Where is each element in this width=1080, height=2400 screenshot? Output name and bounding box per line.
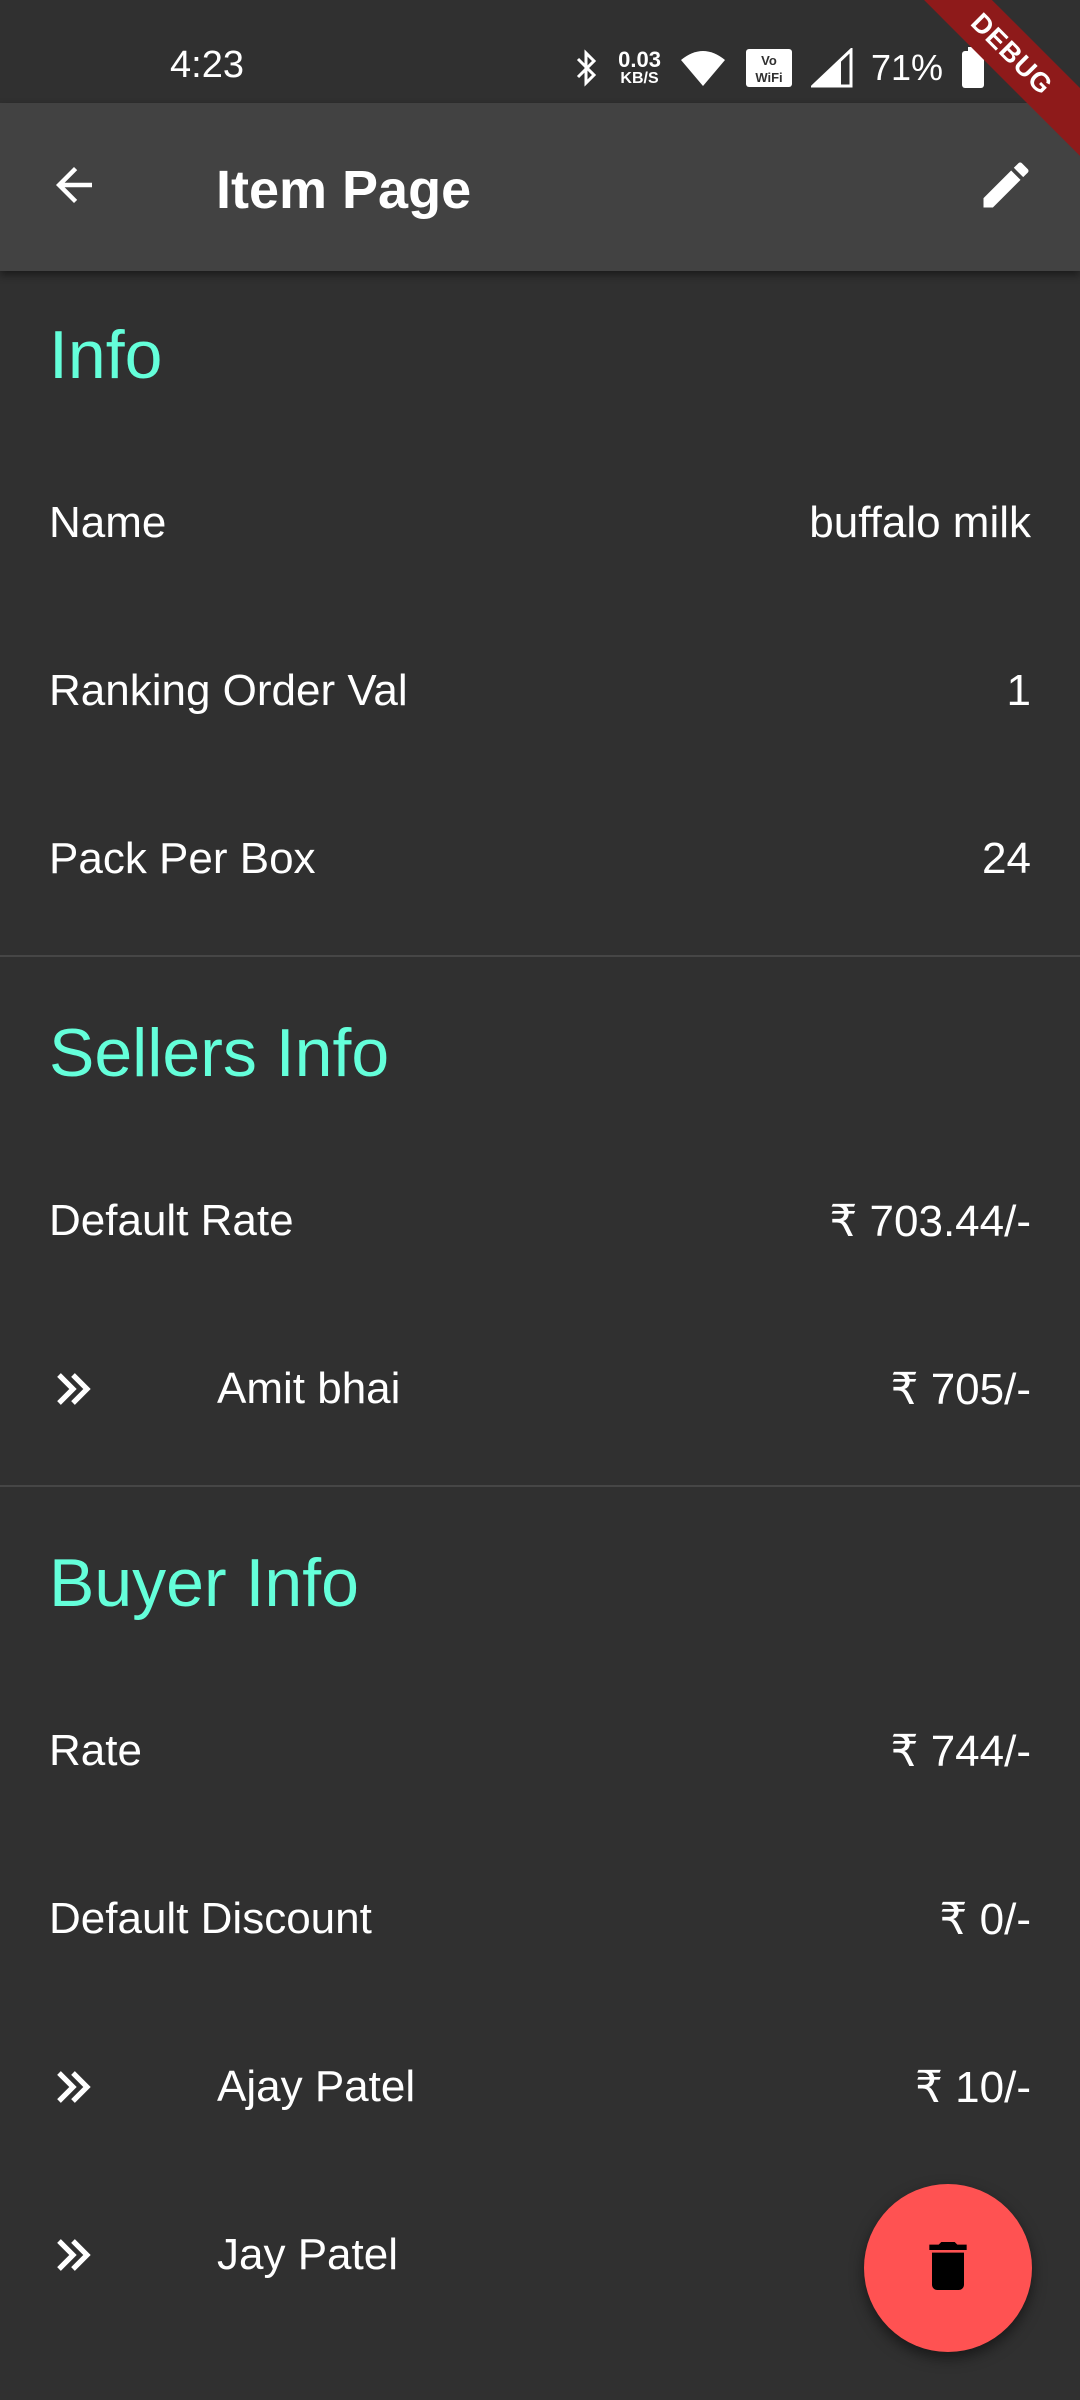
net-speed-unit: KB/S xyxy=(620,70,659,87)
net-speed: 0.03 KB/S xyxy=(618,49,661,87)
row-label: Default Discount xyxy=(49,1894,372,1943)
double-chevron-right-icon xyxy=(49,1365,169,1413)
status-bar: 4:23 0.03 KB/S Vo WiFi 71% xyxy=(0,0,1080,103)
buyer-name: Ajay Patel xyxy=(217,2062,416,2111)
info-row-pack-per-box: Pack Per Box 24 xyxy=(0,775,1080,943)
row-value: ₹ 0/- xyxy=(939,1894,1031,1944)
sellers-row-default-rate: Default Rate ₹ 703.44/- xyxy=(0,1137,1080,1305)
row-value: 24 xyxy=(982,834,1031,883)
info-row-ranking-order: Ranking Order Val 1 xyxy=(0,607,1080,775)
seller-name: Amit bhai xyxy=(217,1364,401,1413)
divider xyxy=(0,955,1080,957)
page-title: Item Page xyxy=(216,160,472,220)
buyer-row-default-discount: Default Discount ₹ 0/- xyxy=(0,1835,1080,2003)
back-button[interactable] xyxy=(36,149,112,225)
row-value: 1 xyxy=(1006,666,1031,715)
delete-button[interactable] xyxy=(864,2184,1032,2352)
seller-rate: ₹ 705/- xyxy=(890,1364,1031,1414)
row-label: Ranking Order Val xyxy=(49,666,408,715)
double-chevron-right-icon xyxy=(49,2063,169,2111)
info-row-name: Name buffalo milk xyxy=(0,439,1080,607)
row-value: ₹ 703.44/- xyxy=(829,1196,1031,1246)
edit-button[interactable] xyxy=(968,149,1044,225)
edit-icon xyxy=(976,155,1036,220)
page-content: Info Name buffalo milk Ranking Order Val… xyxy=(0,271,1080,2339)
sellers-section: Sellers Info Default Rate ₹ 703.44/- Ami… xyxy=(0,969,1080,1473)
section-title-info: Info xyxy=(49,317,163,393)
net-speed-value: 0.03 xyxy=(618,47,661,72)
row-value: buffalo milk xyxy=(809,498,1031,547)
info-section: Info Name buffalo milk Ranking Order Val… xyxy=(0,271,1080,943)
status-time: 4:23 xyxy=(170,44,244,86)
battery-percent: 71% xyxy=(870,47,943,88)
signal-icon xyxy=(810,48,853,88)
app-bar: Item Page xyxy=(0,103,1080,271)
seller-entry[interactable]: Amit bhai ₹ 705/- xyxy=(0,1305,1080,1473)
buyer-entry[interactable]: Ajay Patel ₹ 10/- xyxy=(0,2003,1080,2171)
bluetooth-icon xyxy=(574,48,600,88)
row-label: Name xyxy=(49,498,167,547)
arrow-back-icon xyxy=(47,158,101,217)
double-chevron-right-icon xyxy=(49,2231,169,2279)
row-label: Default Rate xyxy=(49,1196,294,1245)
buyer-row-rate: Rate ₹ 744/- xyxy=(0,1667,1080,1835)
divider xyxy=(0,1485,1080,1487)
delete-icon xyxy=(916,2234,980,2303)
wifi-icon xyxy=(679,48,727,88)
row-label: Rate xyxy=(49,1726,142,1775)
row-label: Pack Per Box xyxy=(49,834,316,883)
svg-text:Vo: Vo xyxy=(761,53,777,68)
row-value: ₹ 744/- xyxy=(890,1726,1031,1776)
status-icons: 0.03 KB/S Vo WiFi 71% xyxy=(574,40,985,96)
section-title-buyer: Buyer Info xyxy=(49,1545,359,1621)
section-title-sellers: Sellers Info xyxy=(49,1015,390,1091)
svg-text:WiFi: WiFi xyxy=(755,70,782,85)
vowifi-icon: Vo WiFi xyxy=(745,48,793,88)
buyer-discount: ₹ 10/- xyxy=(914,2062,1031,2112)
